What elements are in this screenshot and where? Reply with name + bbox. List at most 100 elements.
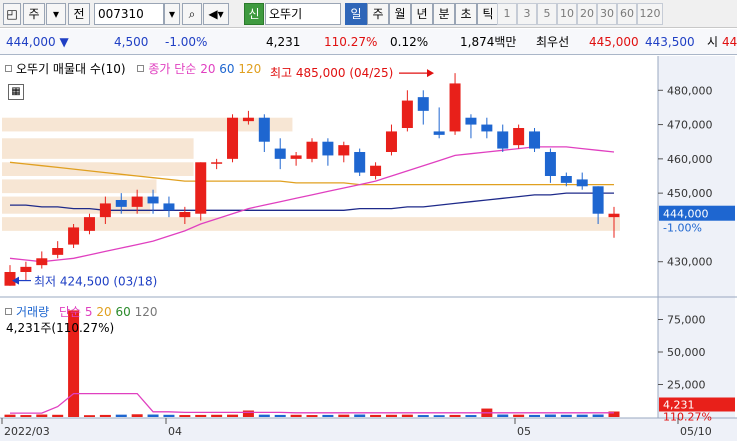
volume-bar	[258, 414, 270, 417]
volume-checkbox-icon[interactable]	[5, 308, 12, 315]
turnover-pct: 0.12%	[390, 35, 429, 49]
candle-body	[338, 145, 350, 156]
interval-button[interactable]: 1	[497, 3, 517, 25]
date-label: 05	[517, 425, 531, 438]
candle-body	[52, 248, 64, 255]
search-icon[interactable]: ⌕	[182, 3, 202, 25]
candle-body	[99, 203, 111, 218]
grid-table-icon[interactable]: ▦	[8, 84, 24, 100]
interval-button[interactable]: 120	[637, 3, 663, 25]
volume-legend-title: 거래량	[16, 305, 50, 319]
volume-bar	[242, 410, 254, 417]
candle-body	[592, 186, 604, 214]
window-menu-icon[interactable]: ◰	[3, 3, 21, 25]
interval-button[interactable]: 3	[517, 3, 537, 25]
period-tab[interactable]: 분	[433, 3, 455, 25]
volume-bar	[83, 415, 95, 417]
chart-background	[0, 56, 737, 441]
market-dropdown-icon[interactable]: ▾	[46, 3, 66, 25]
vma5-legend: 5	[84, 305, 93, 319]
trade-amount: 1,874백만	[460, 35, 517, 49]
candle-body	[211, 162, 223, 164]
code-input[interactable]: 007310	[94, 3, 164, 25]
price-change-pct: -1.00%	[165, 35, 208, 49]
period-tab[interactable]: 주	[367, 3, 389, 25]
candle-body	[385, 131, 397, 152]
volume-bar	[576, 414, 588, 417]
date-label: 2022/03	[4, 425, 50, 438]
candle-body	[36, 258, 48, 266]
vma120-legend: 120	[134, 305, 158, 319]
candle-body	[560, 176, 572, 183]
current-price-pct: -1.00%	[663, 222, 702, 235]
candle-body	[433, 131, 445, 135]
volume-bar	[131, 414, 143, 417]
period-tab[interactable]: 틱	[477, 3, 499, 25]
price-change: 4,500	[114, 35, 149, 49]
bid-price: 443,500	[645, 35, 695, 49]
volume-bar	[433, 415, 445, 417]
candle-body	[20, 266, 32, 272]
volume-bar	[513, 414, 525, 417]
speaker-icon[interactable]: ◀▾	[203, 3, 229, 25]
volume-bar	[449, 414, 461, 417]
candle-body	[147, 196, 159, 204]
low-annotation: 최저 424,500 (03/18)	[34, 275, 157, 289]
candle-body	[401, 100, 413, 128]
period-tab[interactable]: 일	[345, 3, 367, 25]
chart-area[interactable]: 480,000 470,000 460,000 450,000 430,000 444,0…	[0, 56, 737, 441]
volume-profile-bar	[2, 179, 157, 194]
ma-checkbox-icon[interactable]	[137, 65, 145, 72]
ma-legend-label: 종가 단순	[148, 62, 197, 76]
ma120-legend: 120	[238, 62, 262, 76]
volume-bar	[497, 414, 509, 417]
candle-body	[417, 97, 429, 111]
candle-body	[544, 152, 556, 176]
candle-body	[529, 131, 541, 149]
volume-bar	[20, 415, 32, 417]
candle-body	[322, 141, 334, 156]
volume-value: 4,231	[266, 35, 301, 49]
period-tab[interactable]: 년	[411, 3, 433, 25]
high-annotation: 최고 485,000 (04/25)	[270, 66, 393, 80]
market-selector[interactable]: 주	[23, 3, 45, 25]
candle-body	[354, 152, 366, 173]
volume-bar	[354, 414, 366, 417]
volume-tick-label: 25,000	[667, 379, 706, 392]
interval-button[interactable]: 5	[537, 3, 557, 25]
price-volume-chart[interactable]: 480,000 470,000 460,000 450,000 430,000 444,0…	[0, 56, 737, 441]
legend-checkbox-icon[interactable]	[5, 65, 12, 72]
volume-bar	[370, 414, 382, 417]
volume-bar	[322, 414, 334, 417]
period-selector[interactable]: 전	[68, 3, 90, 25]
volume-bar	[36, 414, 48, 417]
ma60-legend: 60	[219, 62, 235, 76]
interval-button[interactable]: 60	[617, 3, 637, 25]
volume-bar	[560, 414, 572, 417]
candle-body	[131, 196, 143, 207]
price-tick-label: 450,000	[667, 187, 713, 200]
candle-body	[258, 117, 270, 142]
new-badge: 신	[244, 3, 264, 25]
stock-name-field[interactable]: 오뚜기	[265, 3, 341, 25]
price-tick-label: 470,000	[667, 119, 713, 132]
date-label: 04	[168, 425, 182, 438]
candle-body	[481, 124, 493, 132]
candle-body	[115, 200, 127, 207]
volume-bar	[52, 414, 64, 417]
period-tab[interactable]: 초	[455, 3, 477, 25]
period-tab[interactable]: 월	[389, 3, 411, 25]
toolbar: ◰ 주 ▾ 전 007310 ▾ ⌕ ◀▾ 신 오뚜기 일 주 월 년 분 초 틱 1 3 5 10…	[0, 0, 737, 28]
candle-body	[290, 155, 302, 159]
volume-bar	[4, 414, 16, 417]
price-axis-panel	[658, 56, 735, 418]
interval-button[interactable]: 30	[597, 3, 617, 25]
volume-bar	[306, 415, 318, 417]
volume-bar	[274, 414, 286, 417]
date-axis-panel	[0, 418, 737, 441]
code-dropdown-icon[interactable]: ▾	[164, 3, 180, 25]
volume-bar	[544, 414, 556, 417]
interval-button[interactable]: 20	[577, 3, 597, 25]
volume-tick-label: 75,000	[667, 314, 706, 327]
interval-button[interactable]: 10	[557, 3, 577, 25]
